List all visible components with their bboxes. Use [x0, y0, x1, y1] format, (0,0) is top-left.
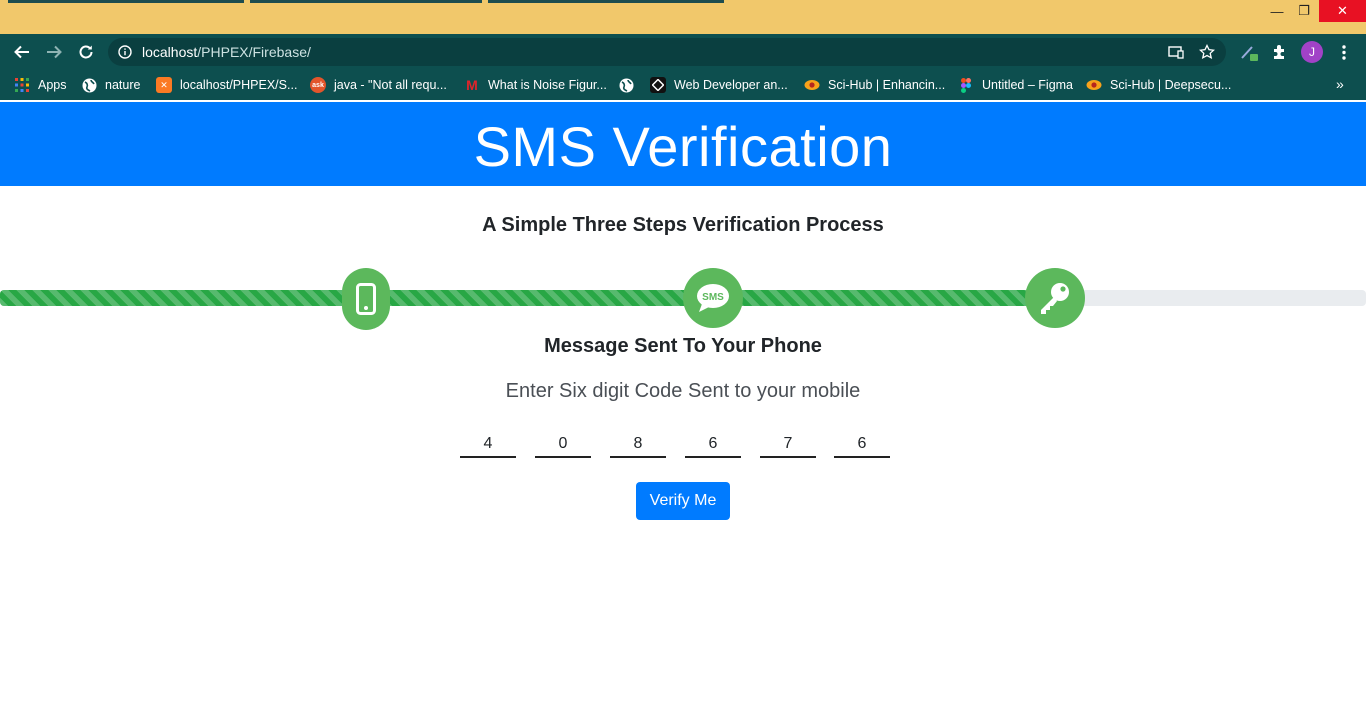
tab-strip-edge: [250, 0, 482, 3]
browser-toolbar: localhost/PHPEX/Firebase/ J: [0, 34, 1366, 70]
step-key: [1025, 268, 1085, 328]
code-digit-5[interactable]: [760, 432, 816, 458]
extension-pen-icon[interactable]: [1240, 44, 1260, 62]
bookmark-localhost[interactable]: ✕ localhost/PHPEX/S...: [156, 76, 297, 94]
apps-grid-icon: [14, 77, 30, 93]
reload-button[interactable]: [73, 39, 99, 65]
bookmark-scihub-2[interactable]: Sci-Hub | Deepsecu...: [1086, 76, 1231, 94]
address-bar[interactable]: localhost/PHPEX/Firebase/: [108, 38, 1226, 66]
key-icon: [1041, 283, 1069, 314]
close-button[interactable]: ✕: [1319, 0, 1366, 22]
bookmark-label: localhost/PHPEX/S...: [180, 78, 298, 92]
url-host: localhost: [142, 44, 198, 60]
page-header: SMS Verification: [0, 102, 1366, 186]
bookmark-web-developer[interactable]: Web Developer an...: [650, 76, 788, 94]
globe-icon: [618, 77, 634, 93]
arrow-right-icon: [47, 45, 62, 59]
bookmarks-bar: Apps nature ✕ localhost/PHPEX/S... ask j…: [0, 70, 1366, 100]
bookmark-label: Sci-Hub | Deepsecu...: [1110, 78, 1232, 92]
message-heading: Message Sent To Your Phone: [544, 335, 822, 357]
code-digit-3[interactable]: [610, 432, 666, 458]
info-icon[interactable]: [118, 45, 132, 59]
profile-avatar[interactable]: J: [1301, 41, 1323, 63]
bookmark-java[interactable]: ask java - "Not all requ...: [310, 76, 447, 94]
bookmark-label: Apps: [38, 78, 67, 92]
ask-icon: ask: [310, 77, 326, 93]
bookmark-label: Sci-Hub | Enhancin...: [828, 78, 946, 92]
message-instruction: Enter Six digit Code Sent to your mobile: [505, 380, 861, 402]
figma-icon: [958, 77, 974, 93]
back-button[interactable]: [9, 39, 35, 65]
code-digit-2[interactable]: [535, 432, 591, 458]
bookmark-apps[interactable]: Apps: [14, 76, 67, 94]
scihub-icon: [804, 77, 820, 93]
step-phone: [342, 268, 390, 330]
browser-title-bar: — ❐ ✕: [0, 0, 1366, 34]
tab-strip-edge: [488, 0, 724, 3]
svg-text:SMS: SMS: [702, 292, 724, 303]
code-digit-6[interactable]: [834, 432, 890, 458]
cast-icon[interactable]: [1168, 46, 1184, 59]
bookmark-label: nature: [105, 78, 141, 92]
bookmark-noise-figure[interactable]: M What is Noise Figur...: [464, 76, 607, 94]
bookmark-label: java - "Not all requ...: [334, 78, 447, 92]
code-digit-1[interactable]: [460, 432, 516, 458]
tab-strip-edge: [8, 0, 244, 3]
bookmark-globe[interactable]: [618, 76, 642, 94]
diamond-logo-icon: [650, 77, 666, 93]
arrow-left-icon: [14, 45, 29, 59]
step-sms: SMS: [683, 268, 743, 328]
reload-icon: [79, 45, 93, 59]
bookmarks-overflow-button[interactable]: »: [1336, 76, 1344, 92]
star-icon[interactable]: [1199, 44, 1215, 60]
bookmark-label: Web Developer an...: [674, 78, 788, 92]
url-path: /PHPEX/Firebase/: [197, 44, 311, 60]
verify-button[interactable]: Verify Me: [636, 482, 730, 520]
xampp-icon: ✕: [156, 77, 172, 93]
sms-bubble-icon: SMS: [697, 284, 729, 312]
globe-icon: [81, 77, 97, 93]
bookmark-nature[interactable]: nature: [81, 76, 140, 94]
menu-dots-icon[interactable]: [1341, 44, 1347, 61]
page-subtitle: A Simple Three Steps Verification Proces…: [482, 214, 884, 236]
extensions-puzzle-icon[interactable]: [1271, 44, 1288, 61]
progress-fill: [0, 290, 1032, 306]
code-digit-4[interactable]: [685, 432, 741, 458]
bookmark-scihub-1[interactable]: Sci-Hub | Enhancin...: [804, 76, 945, 94]
bookmark-label: What is Noise Figur...: [488, 78, 607, 92]
scihub-icon: [1086, 77, 1102, 93]
bookmark-label: Untitled – Figma: [982, 78, 1074, 92]
url-text[interactable]: localhost/PHPEX/Firebase/: [142, 44, 311, 60]
page-title: SMS Verification: [473, 115, 893, 178]
bookmark-figma[interactable]: Untitled – Figma: [958, 76, 1073, 94]
forward-button[interactable]: [41, 39, 67, 65]
m-logo-icon: M: [466, 77, 478, 93]
mobile-phone-icon: [356, 283, 376, 315]
